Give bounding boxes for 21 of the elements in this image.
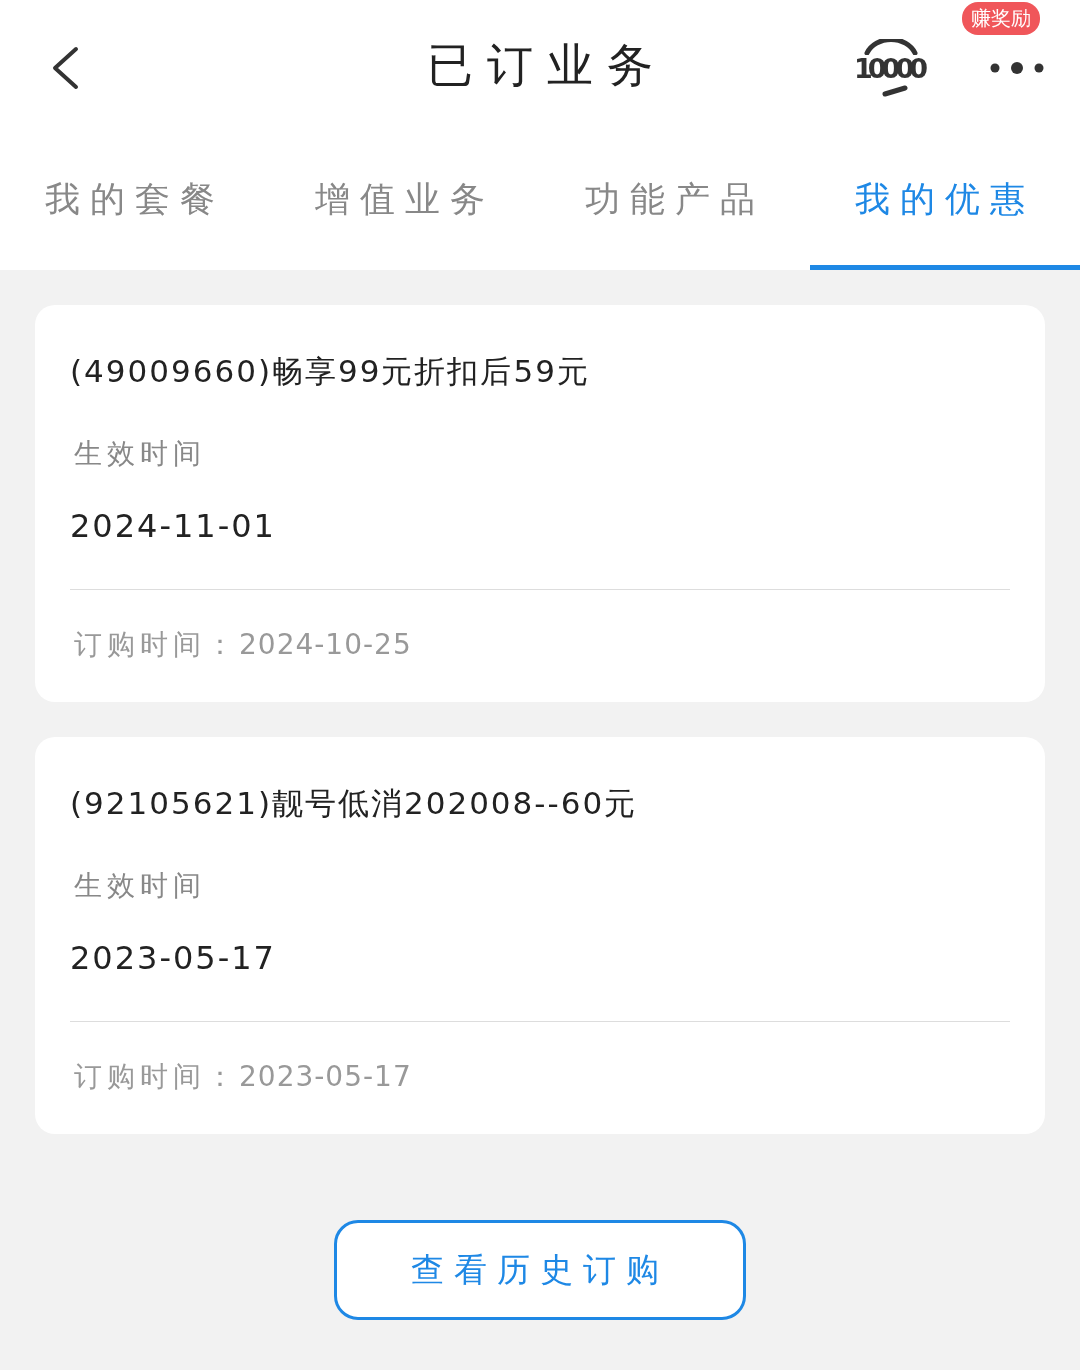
tab[interactable]: 功能产品	[540, 135, 810, 270]
order-label: 订购时间：	[74, 628, 239, 661]
offer-name: (49009660)畅享99元折扣后59元	[70, 352, 591, 391]
effective-label: 生效时间	[73, 868, 207, 904]
tab[interactable]: 增值业务	[270, 135, 540, 270]
reward-badge[interactable]: 赚奖励	[962, 2, 1040, 35]
effective-date: 2024-11-01	[70, 507, 1010, 590]
order-date: 2023-05-17	[239, 1060, 412, 1093]
effective-label: 生效时间	[73, 436, 207, 472]
back-icon[interactable]	[50, 45, 80, 90]
tab[interactable]: 我的套餐	[0, 135, 270, 270]
effective-date: 2023-05-17	[70, 939, 1010, 1022]
history-button[interactable]: 查看历史订购	[334, 1220, 746, 1320]
order-label: 订购时间：	[74, 1060, 239, 1093]
page-title: 已订业务	[427, 36, 667, 94]
offer-name: (92105621)靓号低消202008--60元	[70, 784, 639, 823]
tab[interactable]: 我的优惠	[810, 135, 1080, 270]
headband-icon	[861, 38, 921, 55]
order-date: 2024-10-25	[239, 628, 412, 661]
hotline-button[interactable]: 10000	[856, 38, 926, 97]
more-icon[interactable]	[989, 60, 1045, 75]
